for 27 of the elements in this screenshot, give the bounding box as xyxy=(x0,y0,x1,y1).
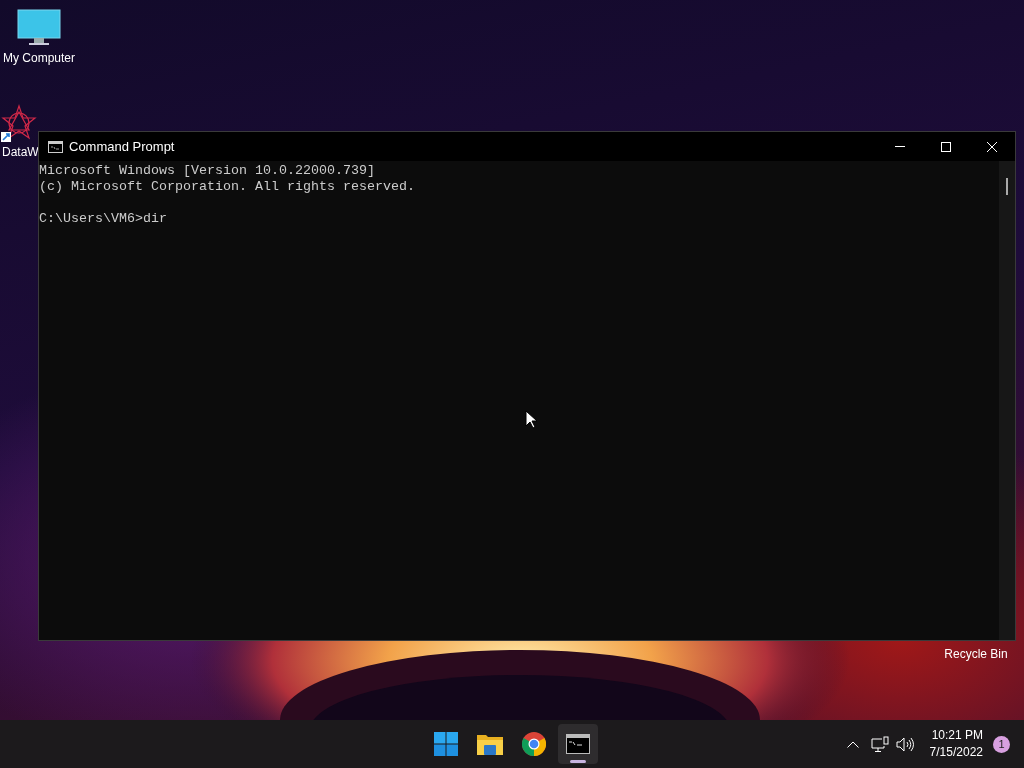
terminal-icon xyxy=(48,140,63,153)
clock[interactable]: 10:21 PM 7/15/2022 xyxy=(929,727,983,761)
console-line: C:\Users\VM6>dir xyxy=(39,211,167,227)
active-indicator xyxy=(570,760,586,763)
windows-logo-icon xyxy=(434,732,458,756)
volume-icon xyxy=(895,736,914,752)
icon-label[interactable]: Recycle Bin xyxy=(944,646,1008,662)
icon-label[interactable]: My Computer xyxy=(3,50,75,66)
window-title: Command Prompt xyxy=(69,137,175,156)
network-icon xyxy=(870,735,889,753)
cursor-icon xyxy=(525,410,537,429)
console-line: Microsoft Windows [Version 10.0.22000.739] xyxy=(39,163,375,179)
maximize-icon xyxy=(941,141,951,152)
close-icon xyxy=(987,141,997,152)
console-line: (c) Microsoft Corporation. All rights reserved. xyxy=(39,179,415,195)
folder-icon xyxy=(477,733,503,755)
icon-label[interactable]: DataW xyxy=(0,144,39,160)
scrollbar-thumb[interactable] xyxy=(1006,178,1008,195)
taskbar-button[interactable] xyxy=(558,724,598,764)
browser-icon xyxy=(522,732,546,756)
minimize-icon xyxy=(895,146,905,147)
terminal-icon xyxy=(566,734,590,754)
scrollbar[interactable] xyxy=(999,161,1015,640)
star-icon xyxy=(1,104,37,142)
chevron-up-icon xyxy=(846,740,859,748)
notification-badge[interactable]: 1 xyxy=(993,735,1010,753)
monitor-icon xyxy=(17,8,61,48)
